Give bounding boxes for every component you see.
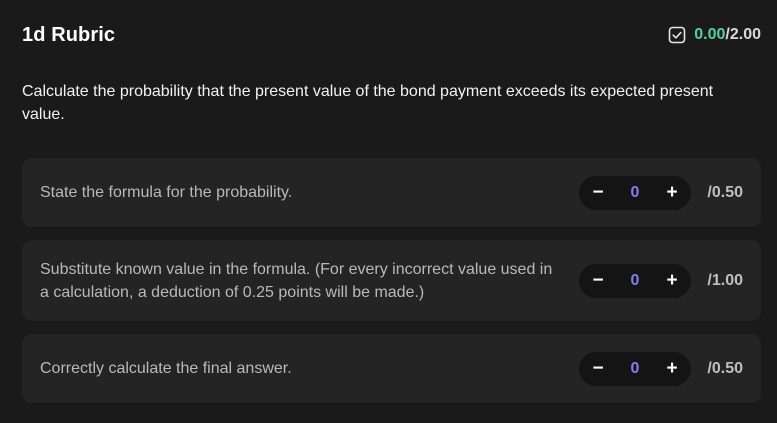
checkbox-check-icon bbox=[668, 26, 686, 44]
question-text: Calculate the probability that the prese… bbox=[22, 83, 714, 123]
criterion-controls: − 0 + /0.50 bbox=[579, 175, 743, 210]
score-total: /2.00 bbox=[725, 26, 761, 43]
criterion-controls: − 0 + /0.50 bbox=[579, 351, 743, 386]
criterion-card: State the formula for the probability. −… bbox=[22, 158, 761, 227]
points-value[interactable]: 0 bbox=[631, 272, 640, 290]
increment-button[interactable]: + bbox=[665, 359, 679, 378]
decrement-button[interactable]: − bbox=[591, 183, 605, 202]
criterion-card: Substitute known value in the formula. (… bbox=[22, 240, 761, 321]
max-points: /0.50 bbox=[707, 183, 743, 201]
score-earned: 0.00 bbox=[694, 26, 726, 43]
increment-button[interactable]: + bbox=[665, 271, 679, 290]
points-stepper: − 0 + bbox=[579, 263, 691, 298]
increment-button[interactable]: + bbox=[665, 183, 679, 202]
max-points: /1.00 bbox=[707, 271, 743, 289]
criteria-list: State the formula for the probability. −… bbox=[22, 158, 761, 403]
rubric-header: 1d Rubric 0.00/2.00 bbox=[22, 0, 761, 70]
points-stepper: − 0 + bbox=[579, 175, 691, 210]
decrement-button[interactable]: − bbox=[591, 359, 605, 378]
criterion-text: Substitute known value in the formula. (… bbox=[40, 260, 553, 301]
criterion-text: Correctly calculate the final answer. bbox=[40, 360, 292, 377]
points-value[interactable]: 0 bbox=[631, 360, 640, 378]
rubric-panel: 1d Rubric 0.00/2.00 Calculate the probab… bbox=[0, 0, 777, 423]
rubric-score: 0.00/2.00 bbox=[668, 26, 761, 44]
points-stepper: − 0 + bbox=[579, 351, 691, 386]
decrement-button[interactable]: − bbox=[591, 271, 605, 290]
points-value[interactable]: 0 bbox=[631, 184, 640, 202]
rubric-title: 1d Rubric bbox=[22, 23, 116, 46]
criterion-controls: − 0 + /1.00 bbox=[579, 263, 743, 298]
criterion-text: State the formula for the probability. bbox=[40, 184, 293, 201]
criterion-card: Correctly calculate the final answer. − … bbox=[22, 334, 761, 403]
max-points: /0.50 bbox=[707, 359, 743, 377]
